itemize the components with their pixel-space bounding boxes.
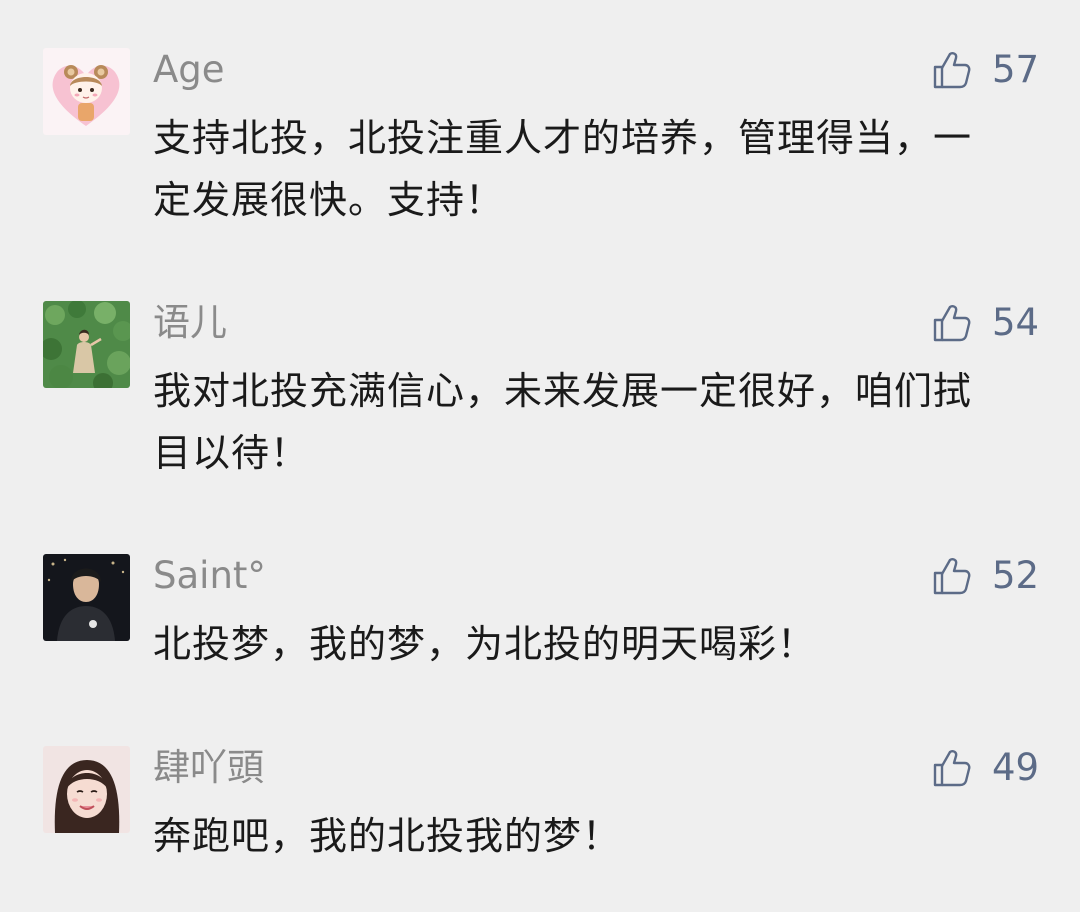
bear-ears-cartoon-girl-icon [43, 48, 130, 135]
thumbs-up-icon [930, 554, 974, 598]
avatar[interactable] [43, 746, 130, 833]
like-button[interactable]: 52 [930, 554, 1039, 598]
thumbs-up-icon [930, 301, 974, 345]
comment-content: 北投梦，我的梦，为北投的明天喝彩！ [153, 622, 817, 666]
smiling-girl-icon [43, 746, 130, 833]
comment-nickname: 肆吖頭 [153, 746, 264, 789]
like-button[interactable]: 54 [930, 301, 1039, 345]
comment-list: Age 支持北投，北投注重人才的培养，管理得当，一定发展很快。支持！ 57 语儿… [0, 0, 1080, 912]
comment-content: 支持北投，北投注重人才的培养，管理得当，一定发展很快。支持！ [153, 116, 973, 222]
avatar[interactable] [43, 48, 130, 135]
thumbs-up-icon [930, 746, 974, 790]
avatar[interactable] [43, 554, 130, 641]
comment-item: 肆吖頭 奔跑吧，我的北投我的梦！ 49 [0, 746, 1080, 866]
comment-nickname: Saint° [153, 554, 266, 597]
like-count: 57 [992, 48, 1040, 91]
like-count: 49 [992, 746, 1040, 789]
thumbs-up-icon [930, 48, 974, 92]
comment-content: 我对北投充满信心，未来发展一定很好，咱们拭目以待！ [153, 369, 973, 475]
like-button[interactable]: 57 [930, 48, 1039, 92]
comment-content: 奔跑吧，我的北投我的梦！ [153, 814, 622, 858]
avatar[interactable] [43, 301, 130, 388]
comment-item: Age 支持北投，北投注重人才的培养，管理得当，一定发展很快。支持！ 57 [0, 48, 1080, 228]
comment-nickname: Age [153, 48, 225, 91]
like-count: 52 [992, 554, 1040, 597]
man-in-dark-hoodie-icon [43, 554, 130, 641]
like-button[interactable]: 49 [930, 746, 1039, 790]
comment-item: Saint° 北投梦，我的梦，为北投的明天喝彩！ 52 [0, 554, 1080, 674]
comment-item: 语儿 我对北投充满信心，未来发展一定很好，咱们拭目以待！ 54 [0, 301, 1080, 481]
woman-in-green-field-icon [43, 301, 130, 388]
comment-nickname: 语儿 [153, 301, 227, 344]
like-count: 54 [992, 301, 1040, 344]
